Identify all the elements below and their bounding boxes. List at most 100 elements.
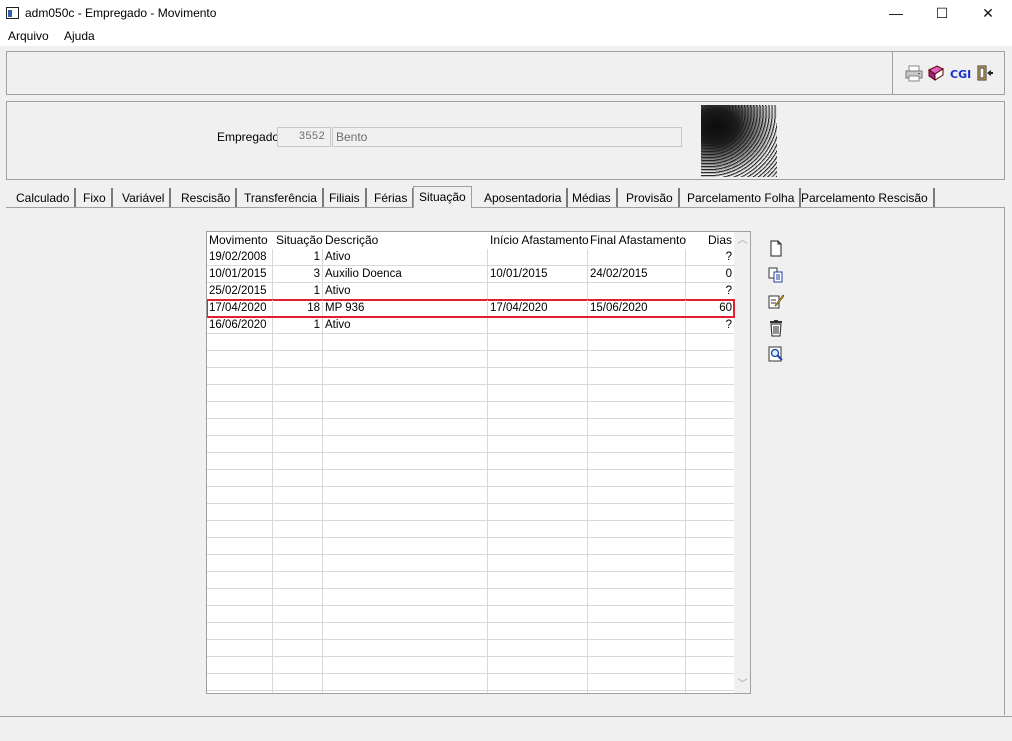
table-row-empty[interactable]: [207, 657, 734, 674]
close-button[interactable]: ✕: [965, 0, 1011, 27]
table-cell: [488, 487, 588, 503]
menu-arquivo[interactable]: Arquivo: [8, 29, 49, 43]
table-cell: [488, 538, 588, 554]
menu-bar: Arquivo Ajuda: [0, 27, 1012, 46]
table-row[interactable]: 25/02/2015 1 Ativo?: [207, 283, 734, 300]
table-cell: [686, 521, 734, 537]
tab-rescisao[interactable]: Rescisão: [176, 188, 238, 208]
grid-scrollbar[interactable]: ︿ ﹀: [734, 232, 750, 693]
tab-provisao[interactable]: Provisão: [621, 188, 680, 208]
table-cell: [323, 657, 488, 673]
printer-icon[interactable]: [905, 64, 923, 82]
exit-door-icon[interactable]: [976, 64, 994, 82]
table-cell: [588, 453, 686, 469]
tab-situacao[interactable]: Situação: [413, 186, 472, 208]
table-cell: [323, 402, 488, 418]
table-cell: [588, 283, 686, 299]
table-row-empty[interactable]: [207, 691, 734, 693]
table-cell: [323, 640, 488, 656]
table-cell: [323, 419, 488, 435]
table-row-empty[interactable]: [207, 487, 734, 504]
table-cell: 1: [273, 317, 323, 333]
column-descricao[interactable]: Descrição: [323, 232, 488, 249]
table-row-empty[interactable]: [207, 470, 734, 487]
table-row[interactable]: 19/02/2008 1 Ativo?: [207, 249, 734, 266]
column-inicio-afastamento[interactable]: Início Afastamento: [488, 232, 588, 249]
table-row-empty[interactable]: [207, 623, 734, 640]
tab-parcelamento-folha[interactable]: Parcelamento Folha: [682, 188, 802, 208]
table-cell: [488, 419, 588, 435]
edit-icon[interactable]: [767, 292, 785, 310]
table-cell: [323, 351, 488, 367]
table-row-empty[interactable]: [207, 555, 734, 572]
scroll-down-icon[interactable]: ﹀: [734, 676, 750, 693]
table-cell: [323, 453, 488, 469]
new-document-icon[interactable]: [767, 240, 785, 258]
table-cell: [686, 419, 734, 435]
table-cell: [207, 402, 273, 418]
table-cell: [588, 555, 686, 571]
table-row-empty[interactable]: [207, 453, 734, 470]
table-cell: [323, 504, 488, 520]
maximize-button[interactable]: ☐: [919, 0, 965, 27]
table-cell: [323, 538, 488, 554]
tab-fixo[interactable]: Fixo: [78, 188, 113, 208]
table-cell: [323, 334, 488, 350]
table-cell: [207, 572, 273, 588]
tab-medias[interactable]: Médias: [567, 188, 618, 208]
app-icon[interactable]: [6, 7, 19, 19]
table-row-empty[interactable]: [207, 606, 734, 623]
tab-variavel[interactable]: Variável: [117, 188, 172, 208]
table-row[interactable]: 17/04/2020 18 MP 936 17/04/2020 15/06/2020 60: [207, 299, 735, 318]
table-row-empty[interactable]: [207, 351, 734, 368]
table-cell: [588, 402, 686, 418]
table-cell: [273, 657, 323, 673]
table-row-empty[interactable]: [207, 368, 734, 385]
tab-ferias[interactable]: Férias: [369, 188, 415, 208]
column-situacao[interactable]: Situação: [274, 232, 324, 249]
table-row-empty[interactable]: [207, 589, 734, 606]
tab-parcelamento-rescisao[interactable]: Parcelamento Rescisão: [796, 188, 935, 208]
table-row-empty[interactable]: [207, 640, 734, 657]
tab-calculado[interactable]: Calculado: [11, 188, 77, 208]
table-cell: [323, 436, 488, 452]
employee-code-field[interactable]: 3552: [277, 127, 331, 147]
table-row-empty[interactable]: [207, 538, 734, 555]
table-row-empty[interactable]: [207, 504, 734, 521]
delete-icon[interactable]: [767, 319, 785, 337]
table-row-empty[interactable]: [207, 436, 734, 453]
table-row-empty[interactable]: [207, 385, 734, 402]
scroll-up-icon[interactable]: ︿: [734, 232, 750, 249]
table-row[interactable]: 10/01/2015 3 Auxilio Doenca 10/01/2015 24/02…: [207, 266, 734, 283]
table-cell: Auxilio Doenca: [323, 266, 488, 282]
menu-ajuda[interactable]: Ajuda: [64, 29, 95, 43]
table-cell: [588, 351, 686, 367]
table-row-empty[interactable]: [207, 521, 734, 538]
book-icon[interactable]: [927, 64, 945, 82]
table-row-empty[interactable]: [207, 674, 734, 691]
minimize-button[interactable]: —: [873, 0, 919, 27]
situacao-grid[interactable]: Movimento Situação Descrição Início Afas…: [206, 231, 751, 694]
copy-icon[interactable]: [767, 266, 785, 284]
column-movimento[interactable]: Movimento: [207, 232, 273, 249]
employee-name-field[interactable]: Bento: [332, 127, 682, 147]
tab-aposentadoria[interactable]: Aposentadoria: [479, 188, 569, 208]
table-row-empty[interactable]: [207, 334, 734, 351]
table-cell: [488, 334, 588, 350]
table-row-empty[interactable]: [207, 572, 734, 589]
table-row[interactable]: 16/06/2020 1 Ativo?: [207, 317, 734, 334]
column-dias[interactable]: Dias: [686, 232, 734, 249]
table-cell: [588, 691, 686, 693]
table-row-empty[interactable]: [207, 402, 734, 419]
table-cell: [207, 334, 273, 350]
table-row-empty[interactable]: [207, 419, 734, 436]
tab-filiais[interactable]: Filiais: [324, 188, 367, 208]
search-icon[interactable]: [767, 345, 785, 363]
table-cell: [686, 368, 734, 384]
cgi-icon[interactable]: CGI: [950, 64, 972, 82]
tab-transferencia[interactable]: Transferência: [239, 188, 324, 208]
table-cell: ?: [725, 285, 732, 297]
column-final-afastamento[interactable]: Final Afastamento: [588, 232, 686, 249]
table-cell: [588, 657, 686, 673]
tab-strip: Calculado Fixo Variável Rescisão Transfe…: [6, 186, 1005, 208]
